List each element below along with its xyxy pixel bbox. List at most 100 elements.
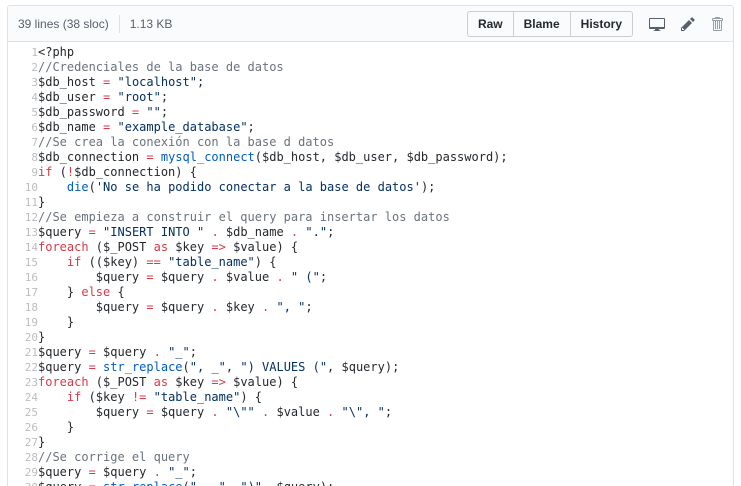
line-number[interactable]: 14 [8,240,38,255]
trash-icon [711,16,723,32]
code-area: 1 <?php 2//Credenciales de la base de dato… [8,42,733,486]
divider [118,14,120,33]
line-number[interactable]: 9 [8,165,38,180]
code-line: 30$query = str_replace(", _", ")", $quer… [8,480,733,486]
code-line: 16 $query = $query . $value . " ("; [8,270,733,285]
raw-button[interactable]: Raw [466,10,514,37]
code-line: 2//Credenciales de la base de datos [8,60,733,75]
code-content: $query = "INSERT INTO " . $db_name . "."… [38,225,335,239]
code-content: if (($key) == "table_name") { [66,255,277,269]
line-number[interactable]: 26 [8,420,38,435]
code-content: <?php [38,45,75,59]
code-content: //Se crea la conexión con la base d dato… [38,135,335,149]
code-line: 14 foreach ($_POST as $key => $value) { [8,240,733,255]
code-line: 4 $db_user = "root"; [8,90,733,105]
line-number[interactable]: 23 [8,375,38,390]
code-content: $query = str_replace(", _", ")", $query)… [38,480,733,486]
line-number[interactable]: 30 [8,480,38,486]
code-content: $query = $query . "\"" . $value . "\", "… [38,405,393,419]
line-number[interactable]: 24 [8,390,38,405]
desktop-icon [649,16,665,32]
code-line: 26 } [8,420,733,435]
code-line: 15 if (($key) == "table_name") { [8,255,733,270]
code-content: $query = str_replace(", _", ") VALUES ("… [38,360,400,374]
code-line: 27} [8,435,733,450]
line-number[interactable]: 10 [8,180,38,195]
code-content: //Se corrige el query [38,450,190,464]
line-number[interactable]: 25 [8,405,38,420]
code-content: $query = $query . "_"; [38,345,197,359]
file-size: 1.13 KB [129,16,173,31]
code-line: 12//Se empieza a construir el query para… [8,210,733,225]
line-number[interactable]: 13 [8,225,38,240]
line-number[interactable]: 5 [8,105,38,120]
line-number[interactable]: 20 [8,330,38,345]
code-line: 20} [8,330,733,345]
code-content: $db_user = "root"; [38,90,169,104]
line-number[interactable]: 27 [8,435,38,450]
file-actions: Raw Blame History [466,10,723,37]
code-content: foreach ($_POST as $key => $value) { [38,240,299,254]
blame-button[interactable]: Blame [512,10,571,37]
code-line: 9 if (!$db_connection) { [8,165,733,180]
code-content: } [38,330,46,344]
line-number[interactable]: 29 [8,465,38,480]
line-number[interactable]: 12 [8,210,38,225]
code-content: } [38,315,75,329]
line-number[interactable]: 21 [8,345,38,360]
code-content: } [38,435,46,449]
code-line: 8 $db_connection = mysql_connect($db_host… [8,150,733,165]
code-line: 28//Se corrige el query [8,450,733,465]
code-table-body: 1 <?php 2//Credenciales de la base de dato… [8,45,733,486]
file-lines-count: 39 lines (38 sloc) [18,16,109,31]
code-line: 21 $query = $query . "_"; [8,345,733,360]
code-line: 18 $query = $query . $key . ", "; [8,300,733,315]
code-content: $query = $query . "_"; [38,465,197,479]
line-number[interactable]: 1 [8,45,38,60]
file-view-button-group: Raw Blame History [466,10,633,37]
code-line: 13 $query = "INSERT INTO " . $db_name . "… [8,225,733,240]
code-content: //Credenciales de la base de datos [38,60,284,74]
line-number[interactable]: 4 [8,90,38,105]
code-content: //Se empieza a construir el query para i… [38,210,450,224]
code-content: $db_name = "example_database"; [38,120,255,134]
code-line: 19 } [8,315,733,330]
code-line: 29 $query = $query . "_"; [8,465,733,480]
open-in-desktop-button[interactable] [649,16,665,32]
code-line: 1 <?php [8,45,733,60]
code-content: $db_password = ""; [38,105,169,119]
code-content: if (!$db_connection) { [38,165,197,179]
history-button[interactable]: History [569,10,633,37]
code-line: 17 } else { [8,285,733,300]
code-line: 25 $query = $query . "\"" . $value . "\"… [8,405,733,420]
file-info: 39 lines (38 sloc) 1.13 KB [18,14,173,33]
line-number[interactable]: 3 [8,75,38,90]
code-line: 7//Se crea la conexión con la base d dat… [8,135,733,150]
code-content: } else { [38,285,125,299]
line-number[interactable]: 2 [8,60,38,75]
line-number[interactable]: 7 [8,135,38,150]
line-number[interactable]: 22 [8,360,38,375]
code-line: 22 $query = str_replace(", _", ") VALUES … [8,360,733,375]
line-number[interactable]: 8 [8,150,38,165]
code-line: 23 foreach ($_POST as $key => $value) { [8,375,733,390]
code-content: $db_connection = mysql_connect($db_host,… [38,150,508,164]
line-number[interactable]: 18 [8,300,38,315]
line-number[interactable]: 11 [8,195,38,210]
line-number[interactable]: 19 [8,315,38,330]
line-number[interactable]: 16 [8,270,38,285]
code-content: if ($key != "table_name") { [66,390,263,404]
line-number[interactable]: 15 [8,255,38,270]
delete-file-button[interactable] [711,16,723,32]
code-content: $query = $query . $key . ", "; [38,300,313,314]
code-line: 5 $db_password = ""; [8,105,733,120]
code-content: } [38,195,46,209]
code-line: 11} [8,195,733,210]
code-content: $db_host = "localhost"; [38,75,205,89]
line-number[interactable]: 17 [8,285,38,300]
code-line: 3 $db_host = "localhost"; [8,75,733,90]
edit-file-button[interactable] [681,16,695,32]
code-line: 24 if ($key != "table_name") { [8,390,733,405]
line-number[interactable]: 28 [8,450,38,465]
line-number[interactable]: 6 [8,120,38,135]
